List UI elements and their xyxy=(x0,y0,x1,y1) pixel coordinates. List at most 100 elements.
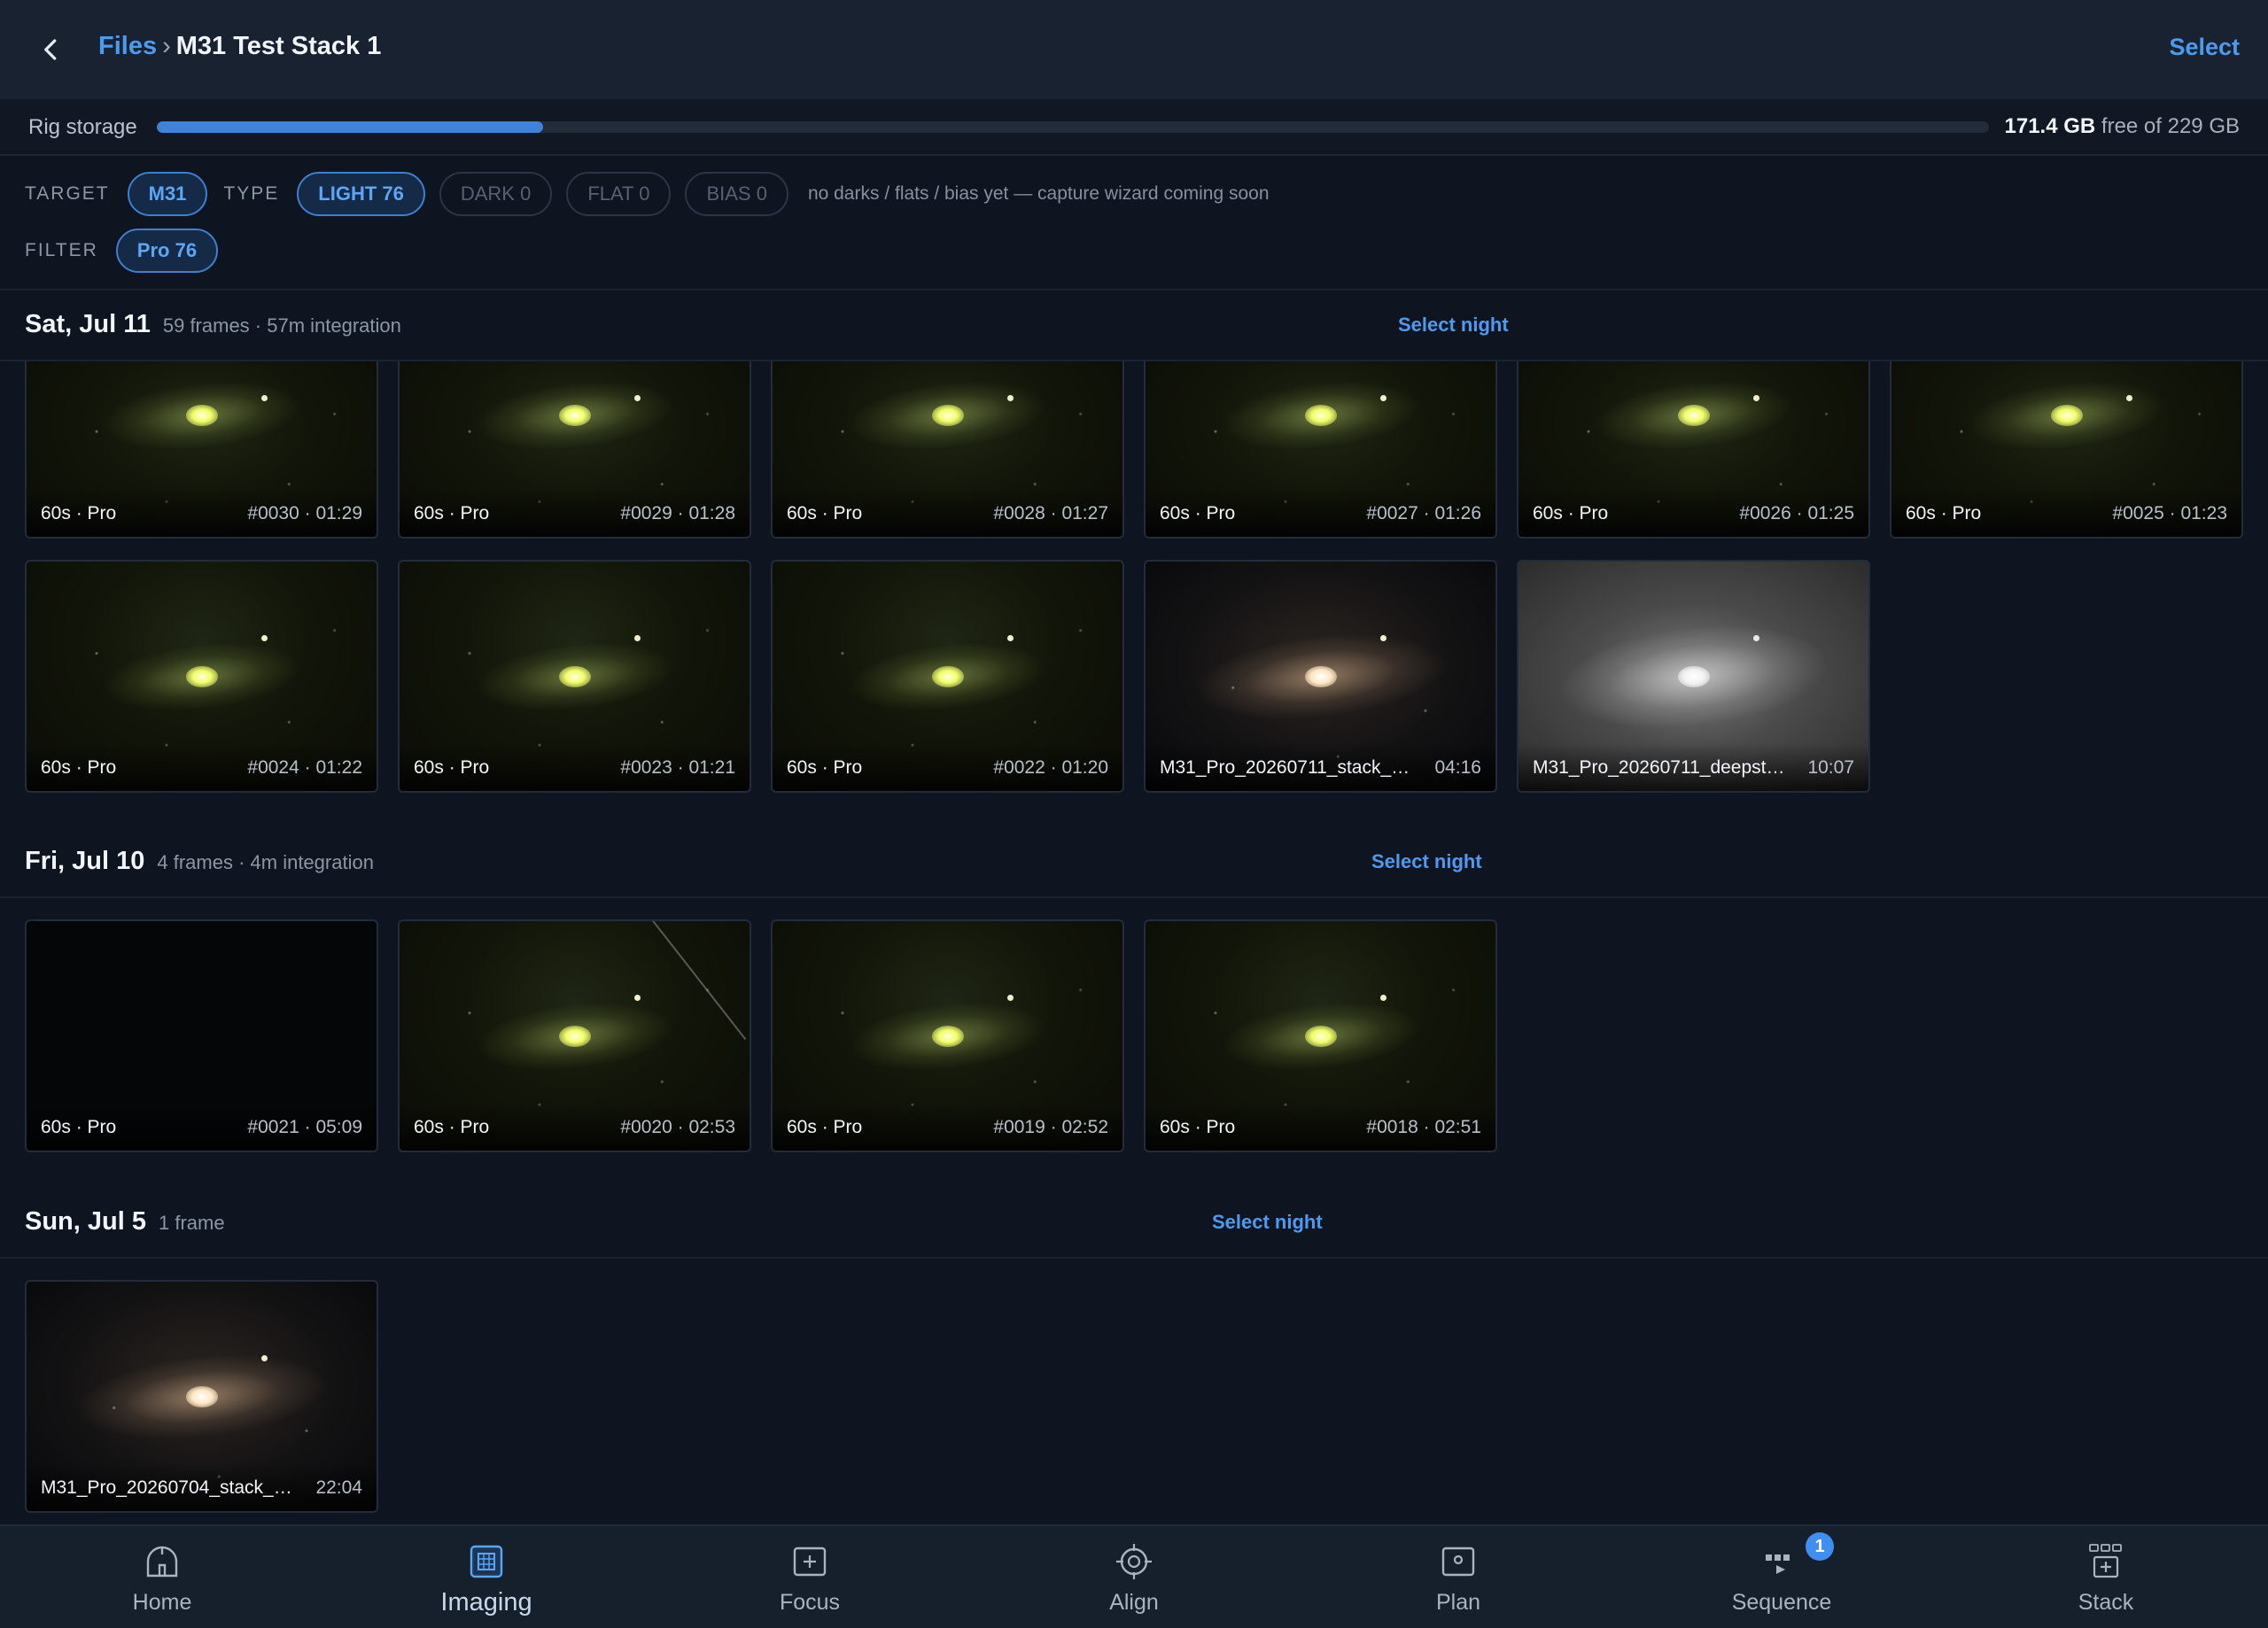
nav-label: Align xyxy=(1109,1590,1159,1615)
filter-panel: TARGET M31 TYPE LIGHT 76 DARK 0 FLAT 0 B… xyxy=(0,158,2268,291)
frame-exposure: 60s · Pro xyxy=(787,503,863,523)
nav-focus[interactable]: Focus xyxy=(648,1526,972,1628)
night-meta: 4 frames · 4m integration xyxy=(157,851,374,873)
nav-label: Stack xyxy=(2078,1590,2134,1615)
frame-exposure: 60s · Pro xyxy=(787,1117,863,1137)
night-header-jul-11: Sat, Jul 11 59 frames · 57m integration S… xyxy=(0,291,2268,361)
frame-thumbnail[interactable]: 60s · Pro #0027 · 01:26 xyxy=(1144,361,1497,539)
nav-align[interactable]: Align xyxy=(972,1526,1296,1628)
filter-chip-pro[interactable]: Pro 76 xyxy=(115,229,219,273)
storage-free-text: 171.4 GB free of 229 GB xyxy=(2005,114,2241,139)
frame-id-time: #0021 · 05:09 xyxy=(247,1117,362,1137)
frame-thumbnail[interactable]: 60s · Pro #0018 · 02:51 xyxy=(1144,919,1497,1152)
frame-id-time: #0020 · 02:53 xyxy=(620,1117,735,1137)
frame-exposure: 60s · Pro xyxy=(41,503,117,523)
frame-thumbnail[interactable]: 60s · Pro #0021 · 05:09 xyxy=(25,919,378,1152)
frame-thumbnail[interactable]: 60s · Pro #0024 · 01:22 xyxy=(25,560,378,793)
storage-free-value: 171.4 GB xyxy=(2004,114,2096,138)
type-label: TYPE xyxy=(223,183,280,204)
stack-filename: M31_Pro_20260704_stack_00... xyxy=(41,1477,298,1498)
frame-exposure: 60s · Pro xyxy=(41,1117,117,1137)
night-header-jul-10: Fri, Jul 10 4 frames · 4m integration Sel… xyxy=(0,827,2268,898)
frame-thumbnail[interactable]: 60s · Pro #0025 · 01:23 xyxy=(1890,361,2243,539)
type-chip-light[interactable]: LIGHT 76 xyxy=(297,172,425,216)
nav-home[interactable]: Home xyxy=(0,1526,324,1628)
breadcrumb: Files › M31 Test Stack 1 xyxy=(98,32,381,61)
deepstack-thumbnail[interactable]: M31_Pro_20260711_deepstac... 10:07 xyxy=(1517,560,1870,793)
frame-exposure: 60s · Pro xyxy=(787,757,863,778)
stack-icon xyxy=(2089,1544,2122,1578)
night-date: Sat, Jul 11 xyxy=(25,310,151,338)
frame-thumbnail[interactable]: 60s · Pro #0030 · 01:29 xyxy=(25,361,378,539)
stack-thumbnail[interactable]: M31_Pro_20260704_stack_00... 22:04 xyxy=(25,1280,378,1513)
type-chip-flat[interactable]: FLAT 0 xyxy=(566,172,672,216)
frame-thumbnail[interactable]: 60s · Pro #0020 · 02:53 xyxy=(398,919,751,1152)
storage-progress-track xyxy=(157,121,1989,133)
page-title: M31 Test Stack 1 xyxy=(175,32,382,60)
frame-id-time: #0018 · 02:51 xyxy=(1366,1117,1481,1137)
frame-exposure: 60s · Pro xyxy=(414,1117,490,1137)
night-meta: 1 frame xyxy=(158,1212,225,1234)
nav-plan[interactable]: Plan xyxy=(1296,1526,1620,1628)
filter-row-target-type: TARGET M31 TYPE LIGHT 76 DARK 0 FLAT 0 B… xyxy=(25,172,1270,216)
stack-time: 10:07 xyxy=(1807,757,1854,778)
nav-stack[interactable]: Stack xyxy=(1944,1526,2268,1628)
filter-row-filter: FILTER Pro 76 xyxy=(25,229,219,273)
frame-thumbnail[interactable]: 60s · Pro #0019 · 02:52 xyxy=(771,919,1124,1152)
night-meta: 59 frames · 57m integration xyxy=(162,314,401,337)
align-icon xyxy=(1116,1544,1152,1579)
select-night-button[interactable]: Select night xyxy=(1212,1211,1323,1234)
night-title: Sat, Jul 11 59 frames · 57m integration xyxy=(25,310,401,339)
nav-sequence[interactable]: 1 Sequence xyxy=(1619,1526,1944,1628)
frame-thumbnail[interactable]: 60s · Pro #0029 · 01:28 xyxy=(398,361,751,539)
observatory-icon xyxy=(146,1546,178,1578)
frame-id-time: #0023 · 01:21 xyxy=(620,757,735,778)
stack-time: 22:04 xyxy=(315,1477,362,1498)
nav-imaging[interactable]: Imaging xyxy=(324,1526,649,1628)
stack-filename: M31_Pro_20260711_deepstac... xyxy=(1533,757,1790,778)
calibration-note: no darks / flats / bias yet — capture wi… xyxy=(807,183,1270,204)
frame-thumbnail[interactable]: 60s · Pro #0026 · 01:25 xyxy=(1517,361,1870,539)
frame-id-time: #0019 · 02:52 xyxy=(993,1117,1108,1137)
night-title: Fri, Jul 10 4 frames · 4m integration xyxy=(25,847,374,876)
target-label: TARGET xyxy=(25,183,110,204)
nav-label: Imaging xyxy=(440,1588,532,1616)
nav-label: Home xyxy=(132,1590,192,1615)
type-chip-bias[interactable]: BIAS 0 xyxy=(685,172,788,216)
bottom-navigation: Home Imaging Focus Align Plan 1 Sequence… xyxy=(0,1524,2268,1628)
night-date: Fri, Jul 10 xyxy=(25,847,145,875)
sequence-icon xyxy=(1766,1554,1790,1574)
sequence-badge: 1 xyxy=(1806,1532,1834,1561)
target-chip-m31[interactable]: M31 xyxy=(127,172,208,216)
frame-id-time: #0029 · 01:28 xyxy=(620,503,735,523)
frame-exposure: 60s · Pro xyxy=(414,757,490,778)
storage-bar-row: Rig storage 171.4 GB free of 229 GB xyxy=(0,99,2268,156)
breadcrumb-files-link[interactable]: Files xyxy=(98,32,157,61)
nav-label: Sequence xyxy=(1731,1590,1832,1615)
frame-thumbnail[interactable]: 60s · Pro #0028 · 01:27 xyxy=(771,361,1124,539)
night-title: Sun, Jul 5 1 frame xyxy=(25,1207,225,1237)
frame-id-time: #0026 · 01:25 xyxy=(1739,503,1854,523)
storage-progress-fill xyxy=(157,121,544,133)
frame-id-time: #0025 · 01:23 xyxy=(2112,503,2227,523)
back-button[interactable] xyxy=(30,28,73,71)
frame-exposure: 60s · Pro xyxy=(1160,503,1236,523)
frame-id-time: #0027 · 01:26 xyxy=(1366,503,1481,523)
breadcrumb-separator: › xyxy=(162,32,171,60)
focus-icon xyxy=(793,1547,827,1577)
plan-icon xyxy=(1441,1547,1475,1577)
frame-thumbnail[interactable]: 60s · Pro #0022 · 01:20 xyxy=(771,560,1124,793)
select-night-button[interactable]: Select night xyxy=(1371,850,1482,873)
stack-time: 04:16 xyxy=(1434,757,1481,778)
chevron-left-icon xyxy=(44,39,57,60)
type-chip-dark[interactable]: DARK 0 xyxy=(439,172,553,216)
filter-label: FILTER xyxy=(25,240,98,260)
frame-id-time: #0030 · 01:29 xyxy=(247,503,362,523)
select-night-button[interactable]: Select night xyxy=(1398,314,1509,337)
stack-filename: M31_Pro_20260711_stack_00... xyxy=(1160,757,1417,778)
frame-thumbnail[interactable]: 60s · Pro #0023 · 01:21 xyxy=(398,560,751,793)
frame-exposure: 60s · Pro xyxy=(414,503,490,523)
select-button[interactable]: Select xyxy=(2169,34,2240,61)
storage-label: Rig storage xyxy=(28,115,137,139)
stack-thumbnail[interactable]: M31_Pro_20260711_stack_00... 04:16 xyxy=(1144,560,1497,793)
